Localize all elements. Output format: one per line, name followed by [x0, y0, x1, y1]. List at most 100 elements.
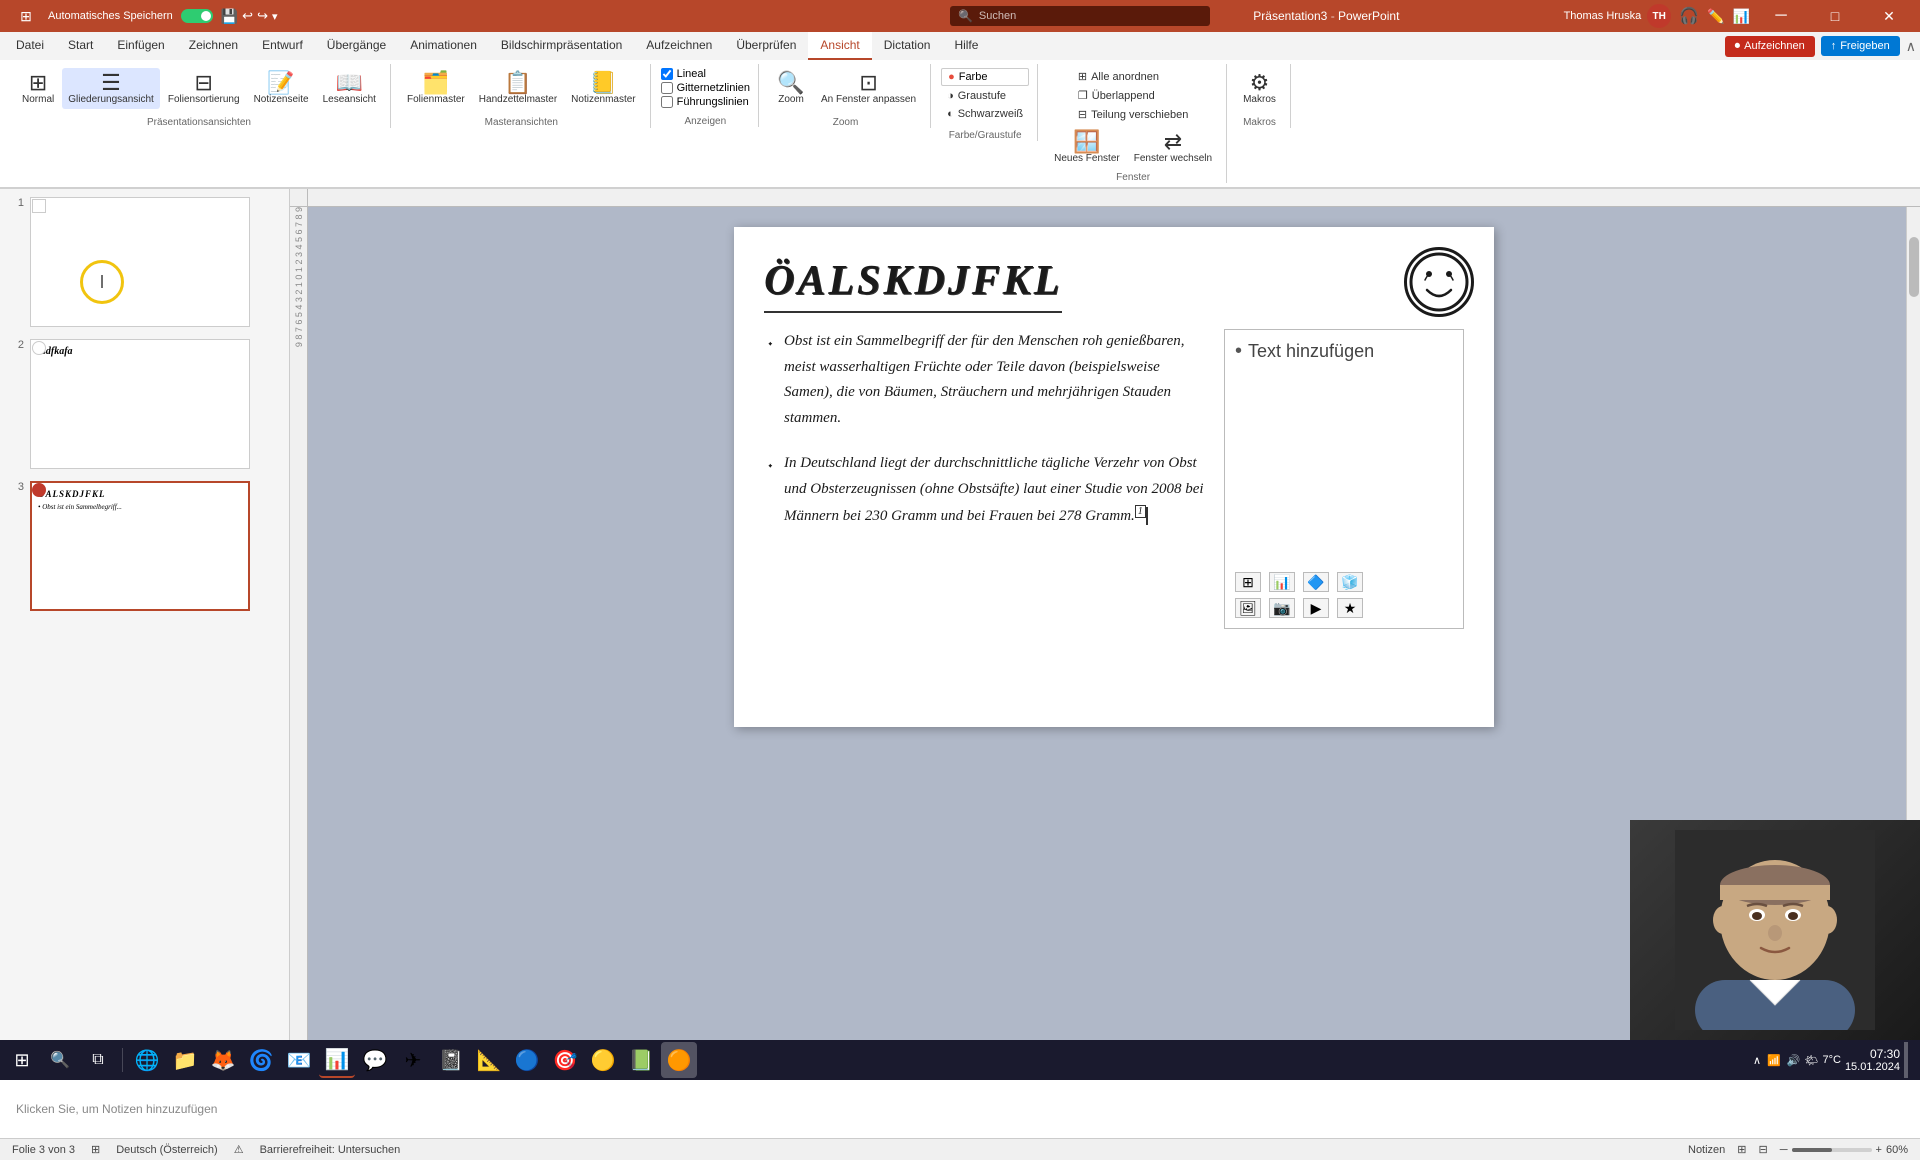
taskbar-teams[interactable]: 💬	[357, 1042, 393, 1078]
record-button[interactable]: ⏺ Aufzeichnen	[1725, 36, 1815, 57]
btn-fenster-anpassen[interactable]: ⊡ An Fenster anpassen	[815, 68, 922, 109]
ph-3d-icon[interactable]: 🧊	[1337, 572, 1363, 592]
save-icon[interactable]: 💾	[221, 8, 238, 25]
btn-makros[interactable]: ⚙ Makros	[1237, 68, 1282, 109]
taskbar-excel[interactable]: 📗	[623, 1042, 659, 1078]
collapse-ribbon-icon[interactable]: ∧	[1906, 38, 1916, 55]
quick-access-icon[interactable]: ▾	[272, 10, 278, 23]
lineal-checkbox[interactable]	[661, 68, 673, 80]
slide-preview-3[interactable]: ÖALSKDJFKL • Obst ist ein Sammelbegriff.…	[30, 481, 250, 611]
btn-notizenmaster[interactable]: 📒 Notizenmaster	[565, 68, 641, 109]
taskbar-chrome[interactable]: 🌀	[243, 1042, 279, 1078]
tab-entwurf[interactable]: Entwurf	[250, 32, 315, 60]
close-button[interactable]: ✕	[1866, 0, 1912, 32]
notes-btn[interactable]: Notizen	[1688, 1144, 1725, 1156]
tab-zeichnen[interactable]: Zeichnen	[177, 32, 250, 60]
taskbar-firefox[interactable]: 🦊	[205, 1042, 241, 1078]
fuehrung-checkbox[interactable]	[661, 96, 673, 108]
btn-normal[interactable]: ⊞ Normal	[16, 68, 60, 109]
taskbar-powerpoint[interactable]: 📊	[319, 1042, 355, 1078]
btn-teilung[interactable]: ⊟ Teilung verschieben	[1072, 106, 1194, 123]
taskbar-windows[interactable]: ⊞	[4, 1042, 40, 1078]
btn-fenster-wechseln[interactable]: ⇄ Fenster wechseln	[1128, 127, 1218, 168]
btn-handzettelmaster[interactable]: 📋 Handzettelmaster	[473, 68, 563, 109]
help-icon[interactable]: 🎧	[1679, 6, 1699, 26]
taskbar-visio[interactable]: 📐	[471, 1042, 507, 1078]
tab-uebergaenge[interactable]: Übergänge	[315, 32, 398, 60]
slide-thumb-1[interactable]: 1	[4, 193, 285, 331]
tab-aufzeichnen[interactable]: Aufzeichnen	[634, 32, 724, 60]
weather-area[interactable]: 🌤 7°C	[1805, 1054, 1841, 1067]
btn-gliederung[interactable]: ☰ Gliederungsansicht	[62, 68, 160, 109]
present-icon[interactable]: 📊	[1733, 8, 1750, 25]
clock-area[interactable]: 07:30 15.01.2024	[1845, 1047, 1900, 1073]
ph-image-icon[interactable]: 🖼	[1235, 598, 1261, 618]
chk-lineal[interactable]: Lineal	[661, 68, 750, 80]
taskbar-outlook[interactable]: 📧	[281, 1042, 317, 1078]
btn-folienmaster[interactable]: 🗂️ Folienmaster	[401, 68, 471, 109]
chk-gitternetz[interactable]: Gitternetzlinien	[661, 82, 750, 94]
ph-photo-icon[interactable]: 📷	[1269, 598, 1295, 618]
zoom-in-btn[interactable]: +	[1876, 1144, 1882, 1156]
btn-leseansicht[interactable]: 📖 Leseansicht	[317, 68, 382, 109]
ph-smartart-icon[interactable]: 🔷	[1303, 572, 1329, 592]
share-button[interactable]: ↑ Freigeben	[1821, 36, 1900, 56]
undo-icon[interactable]: ↩	[242, 8, 253, 24]
edit-icon[interactable]: ✏️	[1707, 8, 1724, 25]
taskbar-telegram[interactable]: ✈	[395, 1042, 431, 1078]
sys-arrow-icon[interactable]: ∧	[1753, 1054, 1761, 1067]
view-grid-icon[interactable]: ⊟	[1759, 1143, 1768, 1156]
taskbar-search[interactable]: 🔍	[42, 1042, 78, 1078]
slide-text-area[interactable]: • Obst ist ein Sammelbegriff der für den…	[764, 329, 1204, 629]
btn-neues-fenster[interactable]: 🪟 Neues Fenster	[1048, 127, 1126, 168]
ph-video-icon[interactable]: ▶	[1303, 598, 1329, 618]
taskbar-app3[interactable]: 🟡	[585, 1042, 621, 1078]
zoom-out-btn[interactable]: ─	[1780, 1144, 1788, 1156]
view-normal-icon[interactable]: ⊞	[1737, 1143, 1746, 1156]
tab-ansicht[interactable]: Ansicht	[808, 32, 871, 60]
windows-icon[interactable]: ⊞	[8, 0, 44, 34]
tab-start[interactable]: Start	[56, 32, 105, 60]
autosave-toggle[interactable]	[181, 9, 213, 23]
slide-thumb-2[interactable]: 2 asdfkafa	[4, 335, 285, 473]
notes-area[interactable]: Klicken Sie, um Notizen hinzuzufügen	[0, 1078, 1920, 1138]
tab-bildschirm[interactable]: Bildschirmpräsentation	[489, 32, 634, 60]
slide-layout-icon[interactable]: ⊞	[91, 1143, 100, 1156]
sys-volume-icon[interactable]: 🔊	[1787, 1054, 1801, 1067]
taskbar-taskview[interactable]: ⧉	[80, 1042, 116, 1078]
tab-dictation[interactable]: Dictation	[872, 32, 943, 60]
btn-zoom[interactable]: 🔍 Zoom	[769, 68, 813, 109]
btn-notizenseite[interactable]: 📝 Notizenseite	[248, 68, 315, 109]
tab-einfuegen[interactable]: Einfügen	[105, 32, 176, 60]
slide-preview-1[interactable]	[30, 197, 250, 327]
btn-graustufe[interactable]: ◑ Graustufe	[941, 88, 1029, 104]
taskbar-explorer[interactable]: 📁	[167, 1042, 203, 1078]
ph-chart-icon[interactable]: 📊	[1269, 572, 1295, 592]
redo-icon[interactable]: ↪	[257, 8, 268, 24]
show-desktop-btn[interactable]	[1904, 1042, 1908, 1078]
accessibility[interactable]: Barrierefreiheit: Untersuchen	[260, 1144, 401, 1156]
taskbar-active-app[interactable]: 🟠	[661, 1042, 697, 1078]
chk-fuehrung[interactable]: Führungslinien	[661, 96, 750, 108]
ph-table-icon[interactable]: ⊞	[1235, 572, 1261, 592]
gitternetz-checkbox[interactable]	[661, 82, 673, 94]
ph-icon-icon[interactable]: ★	[1337, 598, 1363, 618]
tab-animationen[interactable]: Animationen	[398, 32, 489, 60]
slide-preview-2[interactable]: asdfkafa	[30, 339, 250, 469]
btn-alle-anordnen[interactable]: ⊞ Alle anordnen	[1072, 68, 1194, 85]
taskbar-onenote[interactable]: 📓	[433, 1042, 469, 1078]
tab-hilfe[interactable]: Hilfe	[942, 32, 990, 60]
maximize-button[interactable]: □	[1812, 0, 1858, 32]
zoom-slider[interactable]	[1792, 1148, 1872, 1152]
slide-thumb-3[interactable]: 3 ÖALSKDJFKL • Obst ist ein Sammelbegrif…	[4, 477, 285, 615]
btn-ueberlappend[interactable]: ❐ Überlappend	[1072, 87, 1194, 104]
slide-title[interactable]: ÖALSKDJFKL	[764, 257, 1062, 313]
tab-datei[interactable]: Datei	[4, 32, 56, 60]
search-bar[interactable]: 🔍 Suchen	[950, 6, 1210, 26]
scrollbar-thumb-v[interactable]	[1909, 237, 1919, 297]
sys-network-icon[interactable]: 📶	[1767, 1054, 1781, 1067]
minimize-button[interactable]: ─	[1758, 0, 1804, 32]
tab-ueberpruefen[interactable]: Überprüfen	[724, 32, 808, 60]
btn-farbe[interactable]: ● Farbe	[941, 68, 1029, 86]
taskbar-app2[interactable]: 🎯	[547, 1042, 583, 1078]
